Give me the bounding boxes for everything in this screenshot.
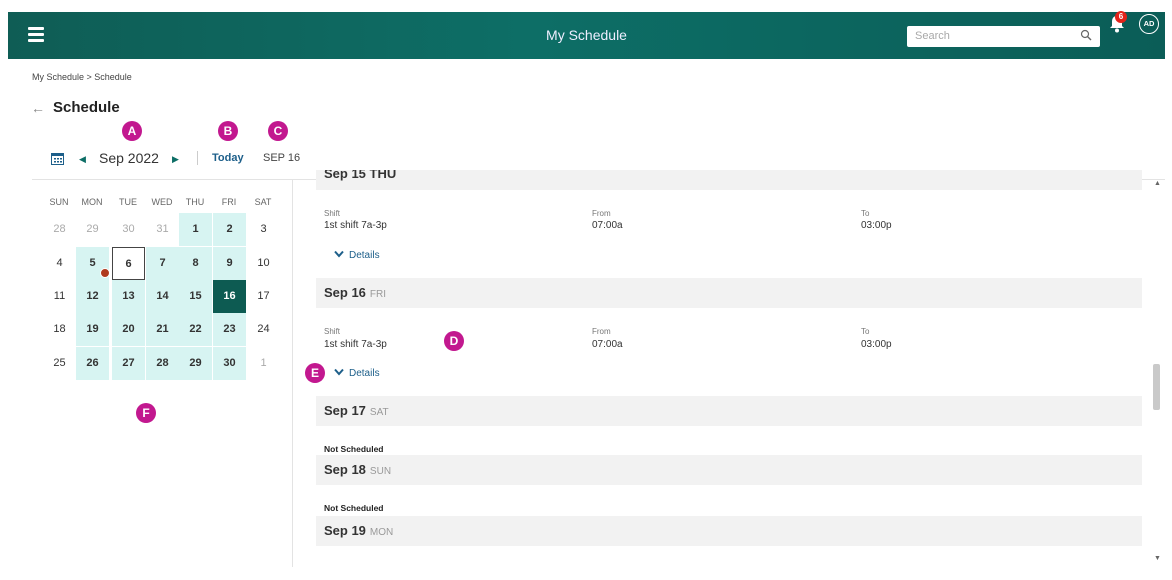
calendar-day[interactable]: 31 [146,213,179,246]
not-scheduled-label: Not Scheduled [324,444,384,454]
calendar-day[interactable]: 11 [43,280,76,313]
calendar-day[interactable]: 29 [179,347,212,380]
month-label: Sep 2022 [99,150,159,166]
weekday-header: SAT [254,197,272,207]
marker-c: C [268,121,288,141]
to-label: To [861,327,870,336]
calendar-day[interactable]: 12 [76,280,109,313]
chevron-down-icon [334,368,344,376]
panel-divider [292,179,293,567]
notification-badge: 6 [1115,11,1127,23]
chevron-left-icon[interactable]: ◀ [79,154,86,165]
calendar-day[interactable]: 28 [43,213,76,246]
marker-b: B [218,121,238,141]
to-label: To [861,209,870,218]
selected-date-link[interactable]: SEP 16 [263,152,300,164]
details-toggle[interactable]: Details [334,250,380,261]
calendar-day[interactable]: 21 [146,313,179,346]
marker-f: F [136,403,156,423]
calendar-icon[interactable] [51,152,64,165]
calendar-day[interactable]: 25 [43,347,76,380]
scroll-up-icon[interactable]: ▲ [1154,180,1161,187]
marker-d: D [444,331,464,351]
shift-value: 1st shift 7a-3p [324,339,387,350]
from-value: 07:00a [592,220,623,231]
calendar-day[interactable]: 9 [213,247,246,280]
details-toggle[interactable]: Details [334,368,380,379]
day-header: Sep 18 SUN [316,455,1142,485]
calendar-day[interactable]: 4 [43,247,76,280]
search-box[interactable] [907,26,1100,47]
calendar-day[interactable]: 22 [179,313,212,346]
to-value: 03:00p [861,220,892,231]
shift-label: Shift [324,327,341,336]
calendar-day[interactable]: 23 [213,313,246,346]
chevron-right-icon[interactable]: ▶ [172,154,179,165]
calendar-day[interactable]: 20 [112,313,145,346]
calendar-day[interactable]: 14 [146,280,179,313]
day-header-partial: Sep 15 THU [316,170,1142,190]
calendar-day[interactable]: 30 [112,213,145,246]
back-arrow-icon[interactable]: ← [31,100,45,116]
from-value: 07:00a [592,339,623,350]
from-label: From [592,209,611,218]
calendar-day[interactable]: 1 [247,347,280,380]
calendar-day[interactable]: 2 [213,213,246,246]
avatar[interactable]: AD [1139,14,1159,34]
weekday-header: SUN [49,197,69,207]
calendar-day[interactable]: 30 [213,347,246,380]
day-header: Sep 19 MON [316,516,1142,546]
shift-value: 1st shift 7a-3p [324,220,387,231]
calendar-day[interactable]: 24 [247,313,280,346]
day-header: Sep 16 FRI [316,278,1142,308]
calendar-day[interactable]: 26 [76,347,109,380]
calendar-day[interactable]: 28 [146,347,179,380]
calendar-day[interactable]: 19 [76,313,109,346]
scroll-down-icon[interactable]: ▼ [1154,555,1161,562]
calendar-day[interactable]: 7 [146,247,179,280]
weekday-header: THU [185,197,205,207]
calendar-day[interactable]: 15 [179,280,212,313]
weekday-header: MON [81,197,103,207]
nav-divider [197,151,198,165]
weekday-header: WED [151,197,173,207]
calendar-day[interactable]: 8 [179,247,212,280]
top-bar: My Schedule [8,12,1165,59]
weekday-header: TUE [119,197,137,207]
search-icon[interactable] [1080,29,1092,41]
page-title: Schedule [53,99,120,116]
calendar-day[interactable]: 27 [112,347,145,380]
calendar-day[interactable]: 29 [76,213,109,246]
calendar-day[interactable]: 6 [112,247,145,280]
shift-label: Shift [324,209,341,218]
calendar-day[interactable]: 13 [112,280,145,313]
day-header: Sep 17 SAT [316,396,1142,426]
marker-a: A [122,121,142,141]
today-link[interactable]: Today [212,152,244,164]
not-scheduled-label: Not Scheduled [324,503,384,513]
calendar-day[interactable]: 18 [43,313,76,346]
to-value: 03:00p [861,339,892,350]
scroll-thumb[interactable] [1153,364,1160,410]
chevron-down-icon [334,250,344,258]
search-input[interactable] [915,26,1075,45]
calendar-day[interactable]: 3 [247,213,280,246]
calendar-day[interactable]: 10 [247,247,280,280]
breadcrumb: My Schedule > Schedule [32,72,132,82]
weekday-header: FRI [221,197,237,207]
event-icon [100,268,110,278]
marker-e: E [305,363,325,383]
from-label: From [592,327,611,336]
calendar-day[interactable]: 1 [179,213,212,246]
calendar-day[interactable]: 17 [247,280,280,313]
calendar-day[interactable]: 16 [213,280,246,313]
